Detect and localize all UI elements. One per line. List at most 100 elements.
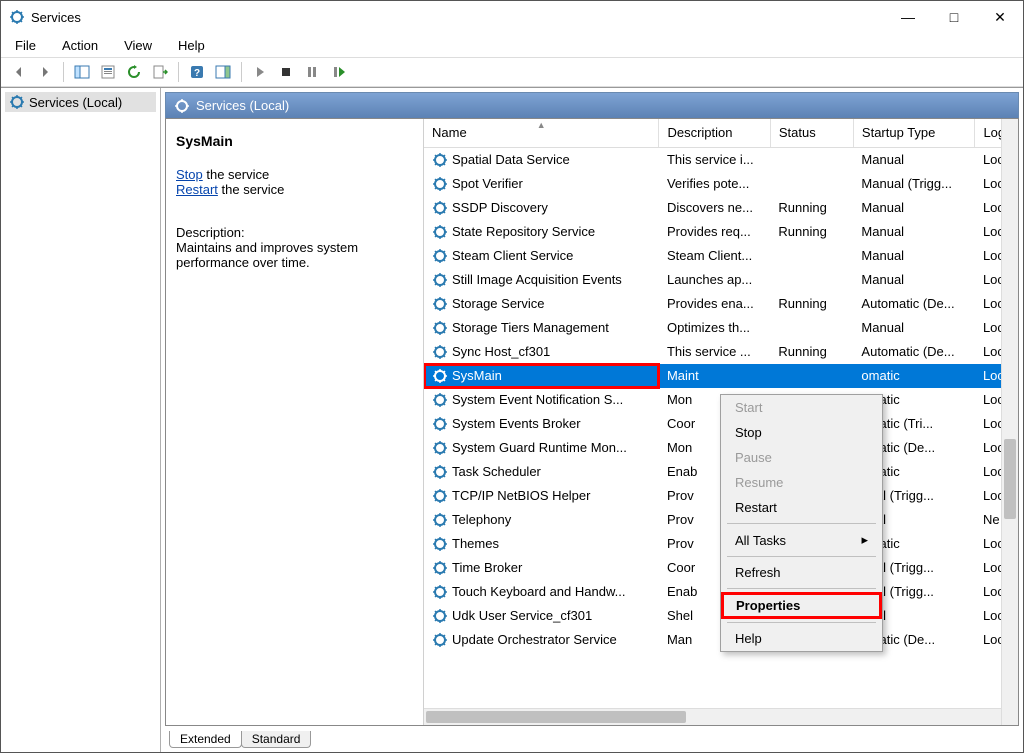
cell-name: Telephony xyxy=(424,508,659,532)
cell-startup: Manual xyxy=(853,147,975,172)
minimize-button[interactable]: — xyxy=(885,1,931,33)
cell-desc: Maint xyxy=(659,364,770,388)
context-menu-item-resume: Resume xyxy=(721,470,882,495)
context-menu-label: Properties xyxy=(736,598,800,613)
scrollbar-thumb[interactable] xyxy=(1004,439,1016,519)
titlebar: Services — □ ✕ xyxy=(1,1,1023,33)
view-header: Services (Local) xyxy=(165,92,1019,118)
context-menu-item-start: Start xyxy=(721,395,882,420)
service-row[interactable]: Steam Client ServiceSteam Client...Manua… xyxy=(424,244,1018,268)
service-row[interactable]: Storage Tiers ManagementOptimizes th...M… xyxy=(424,316,1018,340)
cell-status: Running xyxy=(770,340,853,364)
service-row[interactable]: State Repository ServiceProvides req...R… xyxy=(424,220,1018,244)
maximize-button[interactable]: □ xyxy=(931,1,977,33)
service-name-text: TCP/IP NetBIOS Helper xyxy=(452,488,590,503)
cell-startup: Manual xyxy=(853,268,975,292)
service-row[interactable]: SSDP DiscoveryDiscovers ne...RunningManu… xyxy=(424,196,1018,220)
refresh-button[interactable] xyxy=(122,60,146,84)
gear-icon xyxy=(432,152,448,168)
cell-name: System Guard Runtime Mon... xyxy=(424,436,659,460)
tree-item-services-local[interactable]: Services (Local) xyxy=(5,92,156,112)
service-row[interactable]: Storage ServiceProvides ena...RunningAut… xyxy=(424,292,1018,316)
cell-name: Time Broker xyxy=(424,556,659,580)
restart-service-button[interactable] xyxy=(326,60,350,84)
service-name-text: System Events Broker xyxy=(452,416,581,431)
col-description[interactable]: Description xyxy=(659,119,770,147)
service-row[interactable]: SysMainMaintomaticLoc xyxy=(424,364,1018,388)
menu-help[interactable]: Help xyxy=(174,36,209,55)
gear-icon xyxy=(9,94,25,110)
service-name-text: Storage Service xyxy=(452,296,545,311)
stop-service-link[interactable]: Stop xyxy=(176,167,203,182)
stop-suffix: the service xyxy=(203,167,269,182)
service-row[interactable]: Still Image Acquisition EventsLaunches a… xyxy=(424,268,1018,292)
service-row[interactable]: Spatial Data ServiceThis service i...Man… xyxy=(424,147,1018,172)
cell-name: Still Image Acquisition Events xyxy=(424,268,659,292)
menu-action[interactable]: Action xyxy=(58,36,102,55)
cell-name: Storage Tiers Management xyxy=(424,316,659,340)
menu-file[interactable]: File xyxy=(11,36,40,55)
scrollbar-thumb[interactable] xyxy=(426,711,686,723)
nav-back-button[interactable] xyxy=(7,60,31,84)
cell-desc: Steam Client... xyxy=(659,244,770,268)
export-list-button[interactable] xyxy=(148,60,172,84)
cell-name: System Event Notification S... xyxy=(424,388,659,412)
sort-asc-icon: ▲ xyxy=(537,120,546,130)
service-name-text: State Repository Service xyxy=(452,224,595,239)
gear-icon xyxy=(432,344,448,360)
gear-icon xyxy=(432,632,448,648)
nav-forward-button[interactable] xyxy=(33,60,57,84)
gear-icon xyxy=(432,272,448,288)
show-hide-console-tree-button[interactable] xyxy=(70,60,94,84)
stop-service-button[interactable] xyxy=(274,60,298,84)
tab-standard[interactable]: Standard xyxy=(241,731,312,748)
help-button[interactable]: ? xyxy=(185,60,209,84)
vertical-scrollbar[interactable] xyxy=(1001,119,1018,725)
menu-view[interactable]: View xyxy=(120,36,156,55)
cell-status xyxy=(770,147,853,172)
service-name-text: Time Broker xyxy=(452,560,522,575)
context-menu-item-refresh[interactable]: Refresh xyxy=(721,560,882,585)
context-menu-item-all-tasks[interactable]: All Tasks▸ xyxy=(721,527,882,553)
show-hide-action-pane-button[interactable] xyxy=(211,60,235,84)
cell-startup: Manual xyxy=(853,220,975,244)
tab-extended[interactable]: Extended xyxy=(169,731,242,748)
cell-startup: omatic xyxy=(853,364,975,388)
context-menu-item-stop[interactable]: Stop xyxy=(721,420,882,445)
context-menu-label: Start xyxy=(735,400,762,415)
cell-name: System Events Broker xyxy=(424,412,659,436)
col-startup-type[interactable]: Startup Type xyxy=(853,119,975,147)
context-menu-label: Stop xyxy=(735,425,762,440)
restart-service-link[interactable]: Restart xyxy=(176,182,218,197)
context-menu-item-help[interactable]: Help xyxy=(721,626,882,651)
chevron-right-icon: ▸ xyxy=(861,532,868,548)
pause-service-button[interactable] xyxy=(300,60,324,84)
gear-icon xyxy=(432,536,448,552)
cell-desc: This service ... xyxy=(659,340,770,364)
cell-startup: Automatic (De... xyxy=(853,340,975,364)
gear-icon xyxy=(432,176,448,192)
properties-button[interactable] xyxy=(96,60,120,84)
context-menu-item-restart[interactable]: Restart xyxy=(721,495,882,520)
service-name-text: SSDP Discovery xyxy=(452,200,548,215)
service-row[interactable]: Sync Host_cf301This service ...RunningAu… xyxy=(424,340,1018,364)
cell-desc: Optimizes th... xyxy=(659,316,770,340)
col-status[interactable]: Status xyxy=(770,119,853,147)
service-name-text: SysMain xyxy=(452,368,502,383)
gear-icon xyxy=(432,320,448,336)
view-body: SysMain Stop the service Restart the ser… xyxy=(165,118,1019,726)
cell-name: Themes xyxy=(424,532,659,556)
service-name-text: Update Orchestrator Service xyxy=(452,632,617,647)
close-button[interactable]: ✕ xyxy=(977,1,1023,33)
cell-desc: Provides ena... xyxy=(659,292,770,316)
cell-desc: Provides req... xyxy=(659,220,770,244)
context-menu-item-properties[interactable]: Properties xyxy=(721,592,882,619)
service-row[interactable]: Spot VerifierVerifies pote...Manual (Tri… xyxy=(424,172,1018,196)
col-name[interactable]: Name▲ xyxy=(424,119,659,147)
window-buttons: — □ ✕ xyxy=(885,1,1023,33)
start-service-button[interactable] xyxy=(248,60,272,84)
context-menu-label: Help xyxy=(735,631,762,646)
service-name-text: Spatial Data Service xyxy=(452,152,570,167)
horizontal-scrollbar[interactable] xyxy=(424,708,1001,725)
gear-icon xyxy=(432,608,448,624)
